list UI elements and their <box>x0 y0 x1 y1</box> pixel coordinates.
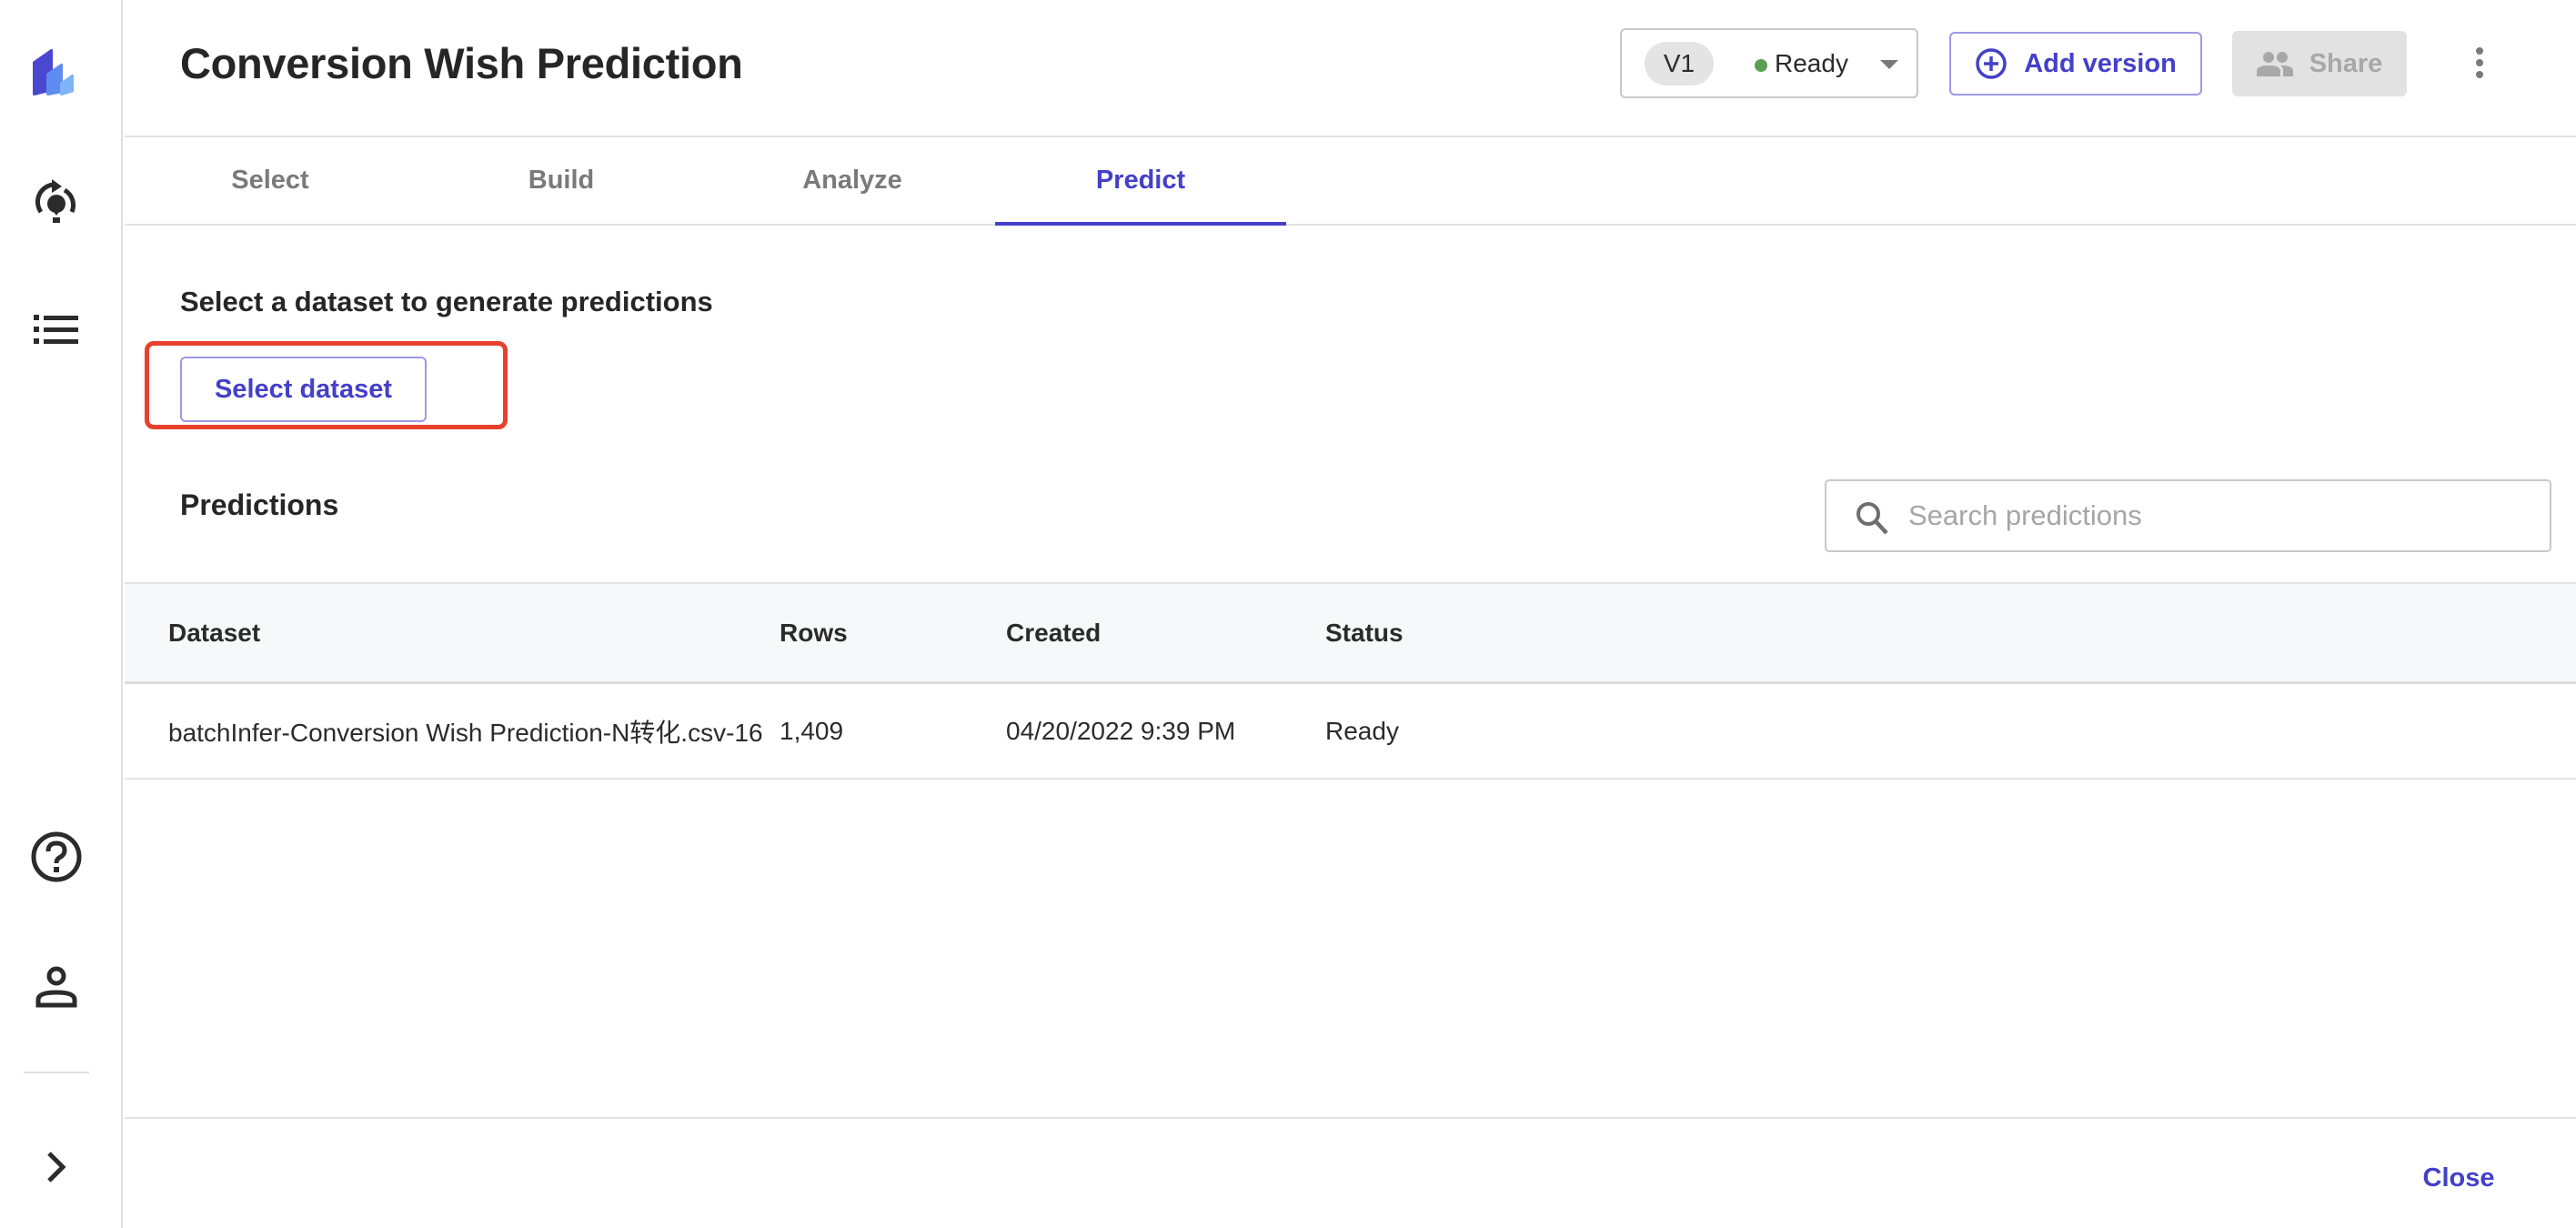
sidebar-divider <box>24 1072 89 1073</box>
column-header-dataset[interactable]: Dataset <box>168 584 260 681</box>
cell-dataset: batchInfer-Conversion Wish Prediction-N转… <box>168 718 763 747</box>
close-button[interactable]: Close <box>2410 1155 2507 1201</box>
tab-analyze[interactable]: Analyze <box>707 137 998 224</box>
tab-bar: Select Build Analyze Predict <box>125 137 2576 226</box>
add-version-button[interactable]: Add version <box>1949 32 2202 96</box>
select-dataset-button[interactable]: Select dataset <box>180 357 427 422</box>
user-icon[interactable] <box>29 960 84 1014</box>
tab-select[interactable]: Select <box>125 137 416 224</box>
chevron-right-icon[interactable] <box>29 1140 84 1194</box>
list-icon[interactable] <box>29 302 84 357</box>
table-header: Dataset Rows Created Status <box>125 582 2576 684</box>
column-header-status[interactable]: Status <box>1325 584 1404 681</box>
refresh-lightbulb-icon[interactable] <box>29 175 84 229</box>
version-dropdown[interactable]: V1 Ready <box>1620 28 1918 98</box>
help-icon[interactable] <box>29 830 84 884</box>
add-version-label: Add version <box>2024 48 2177 78</box>
predictions-table: Dataset Rows Created Status batchInfer-C… <box>125 582 2576 780</box>
column-header-created[interactable]: Created <box>1006 584 1101 681</box>
share-label: Share <box>2309 48 2383 78</box>
search-field <box>1825 479 2551 552</box>
cell-status: Ready <box>1325 716 1399 745</box>
plus-circle-icon <box>1976 48 2007 79</box>
version-badge: V1 <box>1645 42 1714 86</box>
share-button[interactable]: Share <box>2232 31 2407 96</box>
page-title: Conversion Wish Prediction <box>180 39 743 87</box>
footer-divider <box>125 1117 2576 1119</box>
people-icon <box>2256 52 2293 76</box>
predictions-heading: Predictions <box>180 488 339 521</box>
page-header: Conversion Wish Prediction V1 Ready Add … <box>125 0 2576 137</box>
sidebar <box>0 0 123 1228</box>
version-status: Ready <box>1775 49 1848 77</box>
tab-build[interactable]: Build <box>416 137 707 224</box>
status-dot-icon <box>1755 59 1767 72</box>
select-dataset-heading: Select a dataset to generate predictions <box>180 286 713 317</box>
caret-down-icon <box>1880 60 1898 69</box>
more-vertical-icon[interactable] <box>2461 40 2498 86</box>
cell-created: 04/20/2022 9:39 PM <box>1006 716 1236 745</box>
cell-rows: 1,409 <box>780 716 844 745</box>
column-header-rows[interactable]: Rows <box>780 584 848 681</box>
logo-icon[interactable] <box>31 44 80 98</box>
search-icon <box>1857 502 1888 535</box>
table-row[interactable]: batchInfer-Conversion Wish Prediction-N转… <box>125 684 2576 780</box>
tab-predict[interactable]: Predict <box>995 137 1286 226</box>
search-input[interactable] <box>1908 481 2536 550</box>
